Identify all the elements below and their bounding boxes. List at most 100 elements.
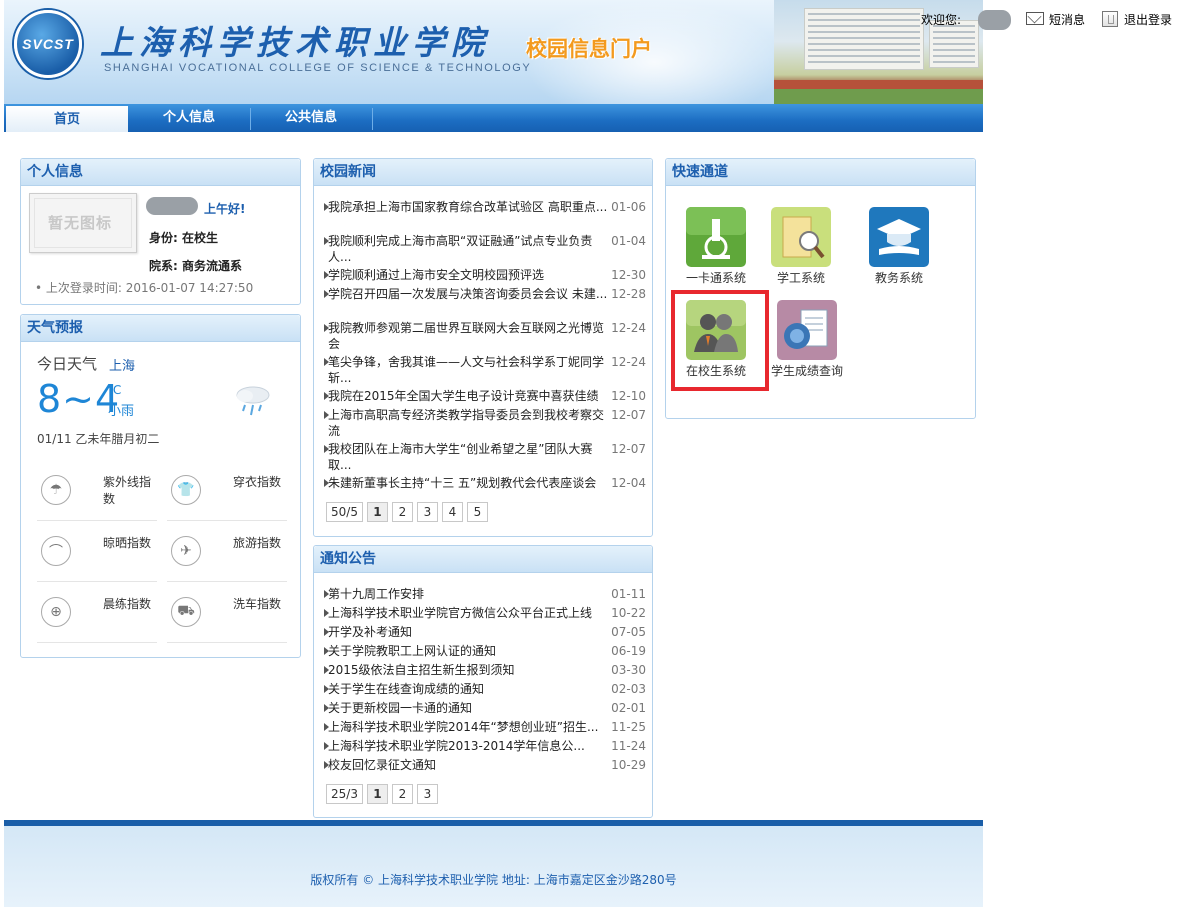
news-item-date: 01-06 [611,200,646,214]
notice-item-title[interactable]: 上海科学技术职业学院官方微信公众平台正式上线 [324,605,609,621]
avatar-placeholder-text: 暂无图标 [48,214,113,232]
notice-item[interactable]: 上海科学技术职业学院2013-2014学年信息公... 11-24 [324,738,646,754]
campus-track [774,80,983,89]
logout-link[interactable]: 退出登录 [1124,11,1172,28]
logout-icon[interactable] [1102,11,1118,27]
travel-index[interactable]: ✈ 旅游指数 [167,522,287,582]
plane-icon: ✈ [171,536,201,566]
notice-item-date: 06-19 [611,644,646,658]
pager-page[interactable]: 2 [391,784,413,804]
notice-item-title[interactable]: 校友回忆录征文通知 [324,757,609,773]
pager-page[interactable]: 4 [441,502,463,522]
messages-link[interactable]: 短消息 [1049,11,1085,28]
news-item[interactable]: 上海市高职高专经济类教学指导委员会到我校考察交流 12-07 [324,407,646,439]
news-item[interactable]: 笔尖争锋，舍我其谁——人文与社会科学系丁妮同学斩... 12-24 [324,354,646,386]
pager-page[interactable]: 2 [391,502,413,522]
news-item[interactable]: 朱建新董事长主持“十三 五”规划教代会代表座谈会 12-04 [324,475,646,491]
exercise-index-label: 晨练指数 [103,597,152,611]
nav-tab-personal-info[interactable]: 个人信息 [129,104,249,132]
notice-item-date: 01-11 [611,587,646,601]
clothing-index-label: 穿衣指数 [233,475,282,489]
news-item-title[interactable]: 朱建新董事长主持“十三 五”规划教代会代表座谈会 [324,475,609,491]
personal-info-panel: 个人信息 暂无图标 上午好! 身份: 在校生 院系: 商务流通系 • 上次登录时… [20,158,301,305]
news-item-title[interactable]: 学院召开四届一次发展与决策咨询委员会会议 未建... [324,286,609,302]
weather-city[interactable]: 上海 [109,355,135,374]
quick-access-title: 快速通道 [666,159,975,186]
college-name-en: SHANGHAI VOCATIONAL COLLEGE OF SCIENCE &… [104,62,532,74]
bullet-arrow-icon [324,203,329,211]
news-item[interactable]: 我院教师参观第二届世界互联网大会互联网之光博览会 12-24 [324,320,646,352]
bullet-arrow-icon [324,609,329,617]
footer-copyright: 版权所有 © 上海科学技术职业学院 地址: 上海市嘉定区金沙路280号 [310,873,677,887]
carwash-index[interactable]: ⛟ 洗车指数 [167,583,287,643]
campus-news-panel: 校园新闻 我院承担上海市国家教育综合改革试验区 高职重点... 01-06 我院顺… [313,158,653,537]
pager-page[interactable]: 5 [466,502,488,522]
user-name-redacted [146,197,198,215]
notice-item[interactable]: 2015级依法自主招生新生报到须知 03-30 [324,662,646,678]
nav-tab-public-info[interactable]: 公共信息 [251,104,371,132]
notice-item-title[interactable]: 关于学生在线查询成绩的通知 [324,681,609,697]
notice-item[interactable]: 关于学生在线查询成绩的通知 02-03 [324,681,646,697]
notice-item-title[interactable]: 上海科学技术职业学院2014年“梦想创业班”招生... [324,719,609,735]
quick-access-panel: 快速通道 一卡通系统 学工系统 教务系统 在校生系统 学生成绩查询 [665,158,976,419]
pager-page[interactable]: 3 [416,784,438,804]
quick-grade-query[interactable]: 学生成绩查询 [767,300,847,390]
notice-item[interactable]: 第十九周工作安排 01-11 [324,586,646,602]
quick-label[interactable]: 学生成绩查询 [757,362,857,379]
quick-student-affairs[interactable]: 学工系统 [761,207,841,297]
notice-item-date: 02-03 [611,682,646,696]
nav-tab-home[interactable]: 首页 [6,106,128,132]
news-item-date: 12-24 [611,355,646,369]
pager-page[interactable]: 3 [416,502,438,522]
notice-item[interactable]: 开学及补考通知 07-05 [324,624,646,640]
news-item-title[interactable]: 学院顺利通过上海市安全文明校园预评选 [324,267,609,283]
quick-label[interactable]: 学工系统 [751,269,851,286]
pager-page[interactable]: 1 [366,784,388,804]
quick-card-system[interactable]: 一卡通系统 [676,207,756,297]
news-item[interactable]: 我院承担上海市国家教育综合改革试验区 高职重点... 01-06 [324,199,646,215]
news-item[interactable]: 我院在2015年全国大学生电子设计竞赛中喜获佳绩 12-10 [324,388,646,404]
news-item-title[interactable]: 笔尖争锋，舍我其谁——人文与社会科学系丁妮同学斩... [324,354,609,386]
news-item-title[interactable]: 我院顺利完成上海市高职“双证融通”试点专业负责人... [324,233,609,265]
notice-item-title[interactable]: 关于学院教职工上网认证的通知 [324,643,609,659]
notice-item[interactable]: 关于更新校园一卡通的通知 02-01 [324,700,646,716]
news-item-title[interactable]: 我院在2015年全国大学生电子设计竞赛中喜获佳绩 [324,388,609,404]
clothing-index[interactable]: 👕 穿衣指数 [167,461,287,521]
news-item-title[interactable]: 上海市高职高专经济类教学指导委员会到我校考察交流 [324,407,609,439]
username-redacted [978,10,1011,30]
pager-page[interactable]: 1 [366,502,388,522]
bullet-arrow-icon [324,237,329,245]
exercise-index[interactable]: ⊕ 晨练指数 [37,583,157,643]
quick-label[interactable]: 教务系统 [849,269,949,286]
news-item-title[interactable]: 我校团队在上海市大学生“创业希望之星”团队大赛取... [324,441,609,473]
news-item[interactable]: 学院顺利通过上海市安全文明校园预评选 12-30 [324,267,646,283]
news-item-date: 12-07 [611,408,646,422]
quick-academic-system[interactable]: 教务系统 [859,207,939,297]
news-item[interactable]: 学院召开四届一次发展与决策咨询委员会会议 未建... 12-28 [324,286,646,302]
notice-item-title[interactable]: 关于更新校园一卡通的通知 [324,700,609,716]
notice-item[interactable]: 关于学院教职工上网认证的通知 06-19 [324,643,646,659]
news-item[interactable]: 我校团队在上海市大学生“创业希望之星”团队大赛取... 12-07 [324,441,646,473]
notice-item-title[interactable]: 第十九周工作安排 [324,586,609,602]
notice-item-title[interactable]: 开学及补考通知 [324,624,609,640]
bullet-arrow-icon [324,647,329,655]
notice-item-title[interactable]: 上海科学技术职业学院2013-2014学年信息公... [324,738,609,754]
notice-item-date: 07-05 [611,625,646,639]
drying-index[interactable]: ⌒ 晾晒指数 [37,522,157,582]
car-icon: ⛟ [171,597,201,627]
envelope-icon[interactable] [1026,12,1044,25]
uv-index[interactable]: ☂ 紫外线指数 [37,461,157,521]
bullet-arrow-icon [324,685,329,693]
nav-separator [372,108,373,130]
bullet-arrow-icon [324,742,329,750]
news-item-date: 12-28 [611,287,646,301]
notice-item-date: 11-24 [611,739,646,753]
news-item[interactable]: 我院顺利完成上海市高职“双证融通”试点专业负责人... 01-04 [324,233,646,265]
welcome-label: 欢迎您: [921,13,962,27]
notice-item[interactable]: 校友回忆录征文通知 10-29 [324,757,646,773]
news-item-title[interactable]: 我院承担上海市国家教育综合改革试验区 高职重点... [324,199,609,215]
notice-item-title[interactable]: 2015级依法自主招生新生报到须知 [324,662,609,678]
notice-item[interactable]: 上海科学技术职业学院2014年“梦想创业班”招生... 11-25 [324,719,646,735]
notice-item[interactable]: 上海科学技术职业学院官方微信公众平台正式上线 10-22 [324,605,646,621]
news-item-title[interactable]: 我院教师参观第二届世界互联网大会互联网之光博览会 [324,320,609,352]
